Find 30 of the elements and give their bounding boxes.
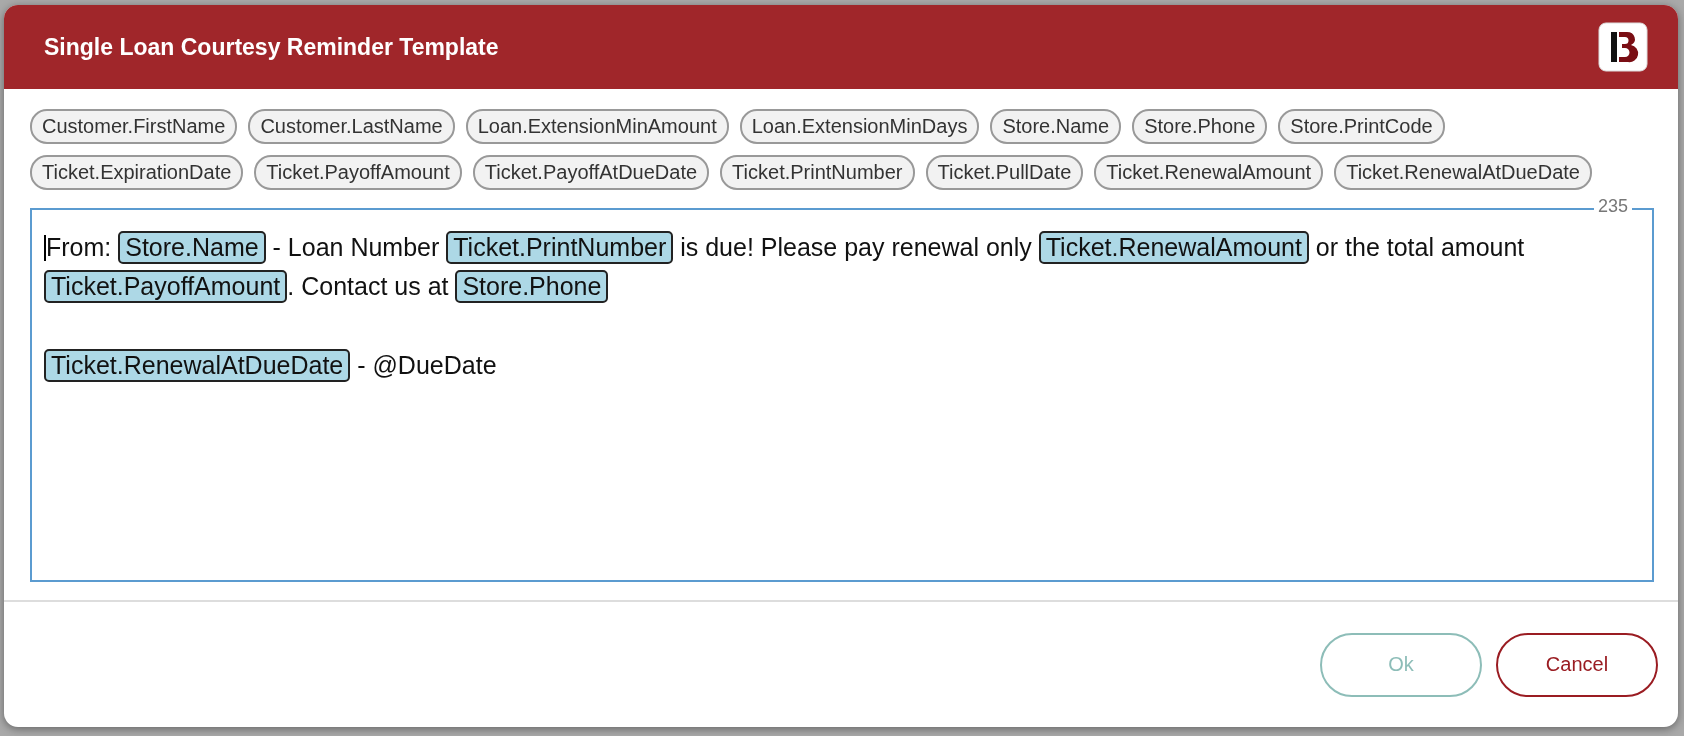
field-chip[interactable]: Ticket.ExpirationDate: [30, 155, 244, 190]
field-chip[interactable]: Customer.LastName: [248, 109, 455, 144]
cancel-button[interactable]: Cancel: [1496, 632, 1658, 697]
logo-icon: [1598, 22, 1648, 72]
field-chip[interactable]: Ticket.RenewalAmount: [1094, 155, 1324, 190]
message-text: is due! Please pay renewal only: [679, 233, 1033, 262]
field-chip[interactable]: Store.PrintCode: [1278, 109, 1445, 144]
placeholder-token: Ticket.RenewalAtDueDate: [44, 349, 351, 382]
field-chip[interactable]: Ticket.PrintNumber: [720, 155, 915, 190]
field-chip[interactable]: Ticket.PullDate: [925, 155, 1084, 190]
message-text: From:: [46, 233, 113, 262]
message-text: or the total amount: [1314, 233, 1525, 262]
dialog-title: Single Loan Courtesy Reminder Template: [44, 33, 499, 61]
field-chip[interactable]: Store.Phone: [1132, 109, 1268, 144]
placeholder-token: Store.Phone: [455, 270, 609, 303]
placeholder-token: Ticket.RenewalAmount: [1038, 231, 1309, 264]
message-text: . Contact us at: [287, 272, 450, 301]
placeholder-token: Ticket.PayoffAmount: [44, 270, 288, 303]
field-chip[interactable]: Ticket.PayoffAmount: [254, 155, 462, 190]
field-chip[interactable]: Loan.ExtensionMinDays: [739, 109, 980, 144]
placeholder-token: Store.Name: [118, 231, 266, 264]
field-chip[interactable]: Store.Name: [990, 109, 1122, 144]
text-cursor: [44, 234, 46, 261]
field-chip[interactable]: Ticket.RenewalAtDueDate: [1334, 155, 1592, 190]
message-text: - Loan Number: [271, 233, 441, 262]
placeholder-token: Ticket.PrintNumber: [446, 231, 674, 264]
field-chip[interactable]: Ticket.PayoffAtDueDate: [472, 155, 710, 190]
message-text: - @DueDate: [356, 351, 497, 380]
field-chip[interactable]: Customer.FirstName: [30, 109, 238, 144]
field-chip[interactable]: Loan.ExtensionMinAmount: [465, 109, 729, 144]
